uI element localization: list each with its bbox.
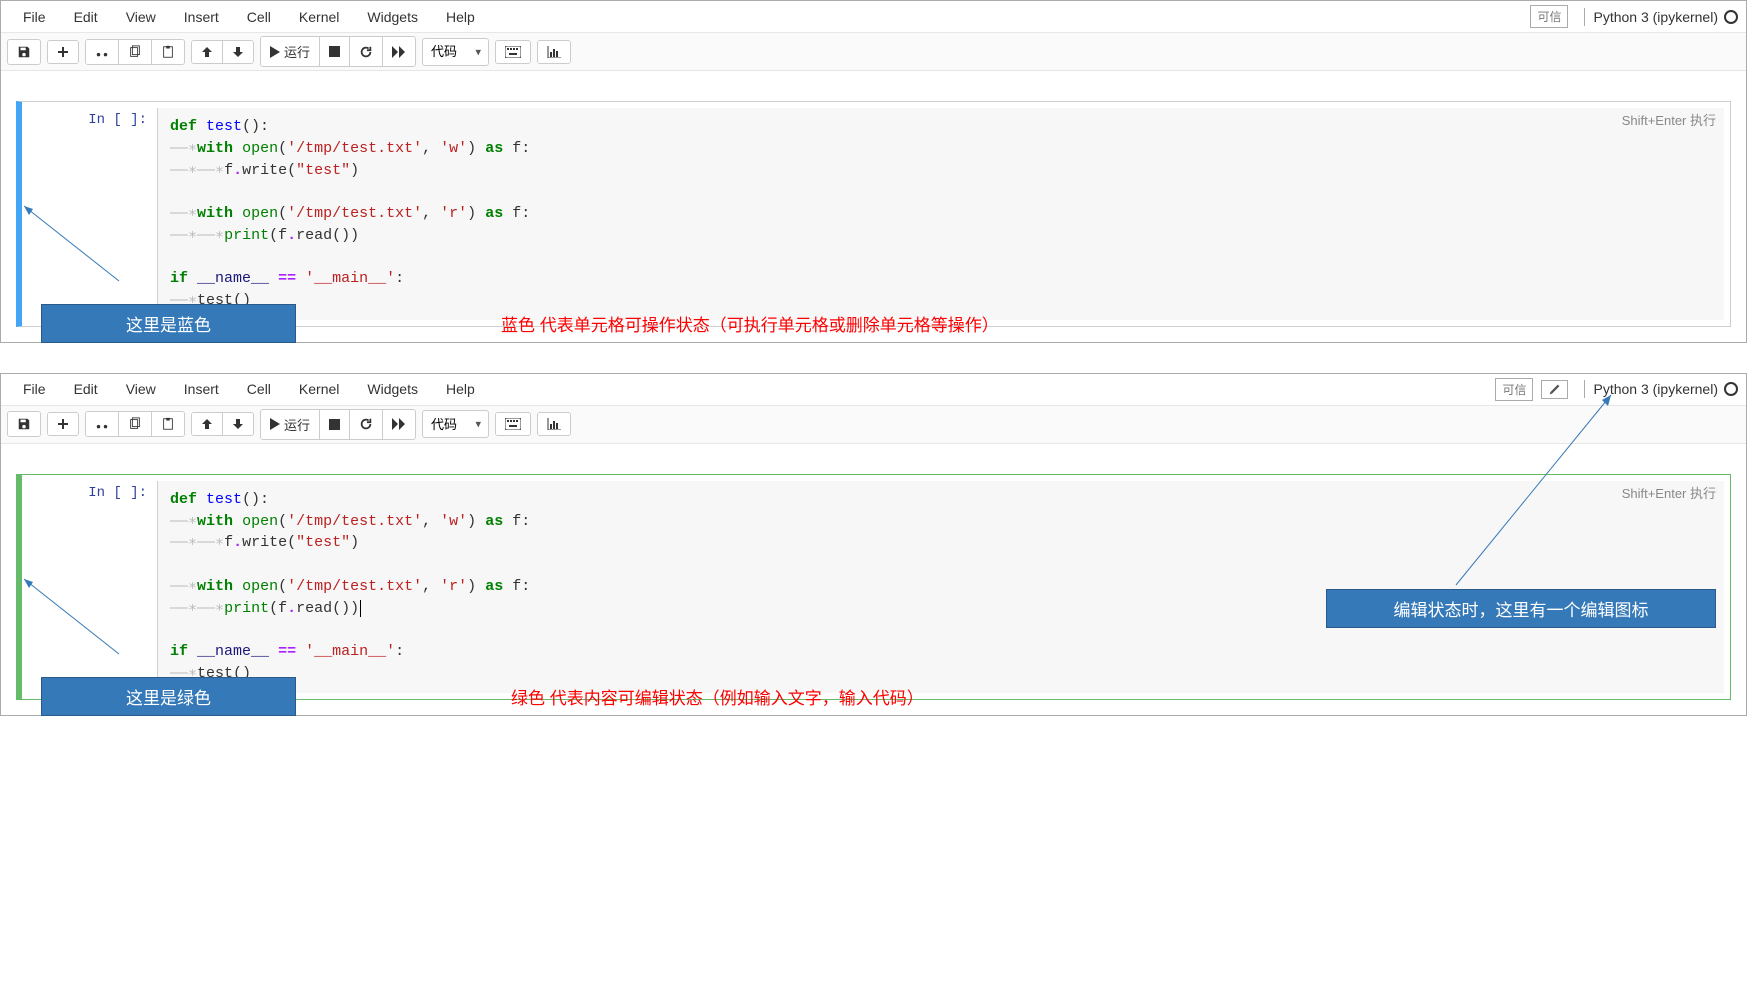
kernel-status-icon <box>1724 382 1738 396</box>
menu-file[interactable]: File <box>9 375 60 403</box>
interrupt-button[interactable] <box>320 410 350 439</box>
notebook-body: In [ ]: def test(): ——∗with open('/tmp/t… <box>1 444 1746 715</box>
move-down-button[interactable] <box>223 41 253 63</box>
save-button[interactable] <box>8 412 40 436</box>
menu-widgets[interactable]: Widgets <box>353 375 432 403</box>
cut-button[interactable] <box>86 412 119 436</box>
shift-enter-hint: Shift+Enter 执行 <box>1622 483 1716 502</box>
menu-help[interactable]: Help <box>432 375 489 403</box>
notebook-body: In [ ]: def test(): ——∗with open('/tmp/t… <box>1 71 1746 342</box>
code-editor[interactable]: def test(): ——∗with open('/tmp/test.txt'… <box>157 481 1724 693</box>
kernel-name[interactable]: Python 3 (ipykernel) <box>1593 9 1718 25</box>
shift-enter-hint: Shift+Enter 执行 <box>1622 110 1716 129</box>
green-callout-box: 这里是绿色 <box>41 677 296 716</box>
toolbar: 运行 代码 <box>1 33 1746 71</box>
menubar: File Edit View Insert Cell Kernel Widget… <box>1 1 1746 33</box>
edit-mode-indicator <box>1541 380 1568 399</box>
cell-type-select[interactable]: 代码 <box>422 38 489 66</box>
menubar: File Edit View Insert Cell Kernel Widget… <box>1 374 1746 406</box>
trusted-badge[interactable]: 可信 <box>1530 5 1568 28</box>
chart-button[interactable] <box>538 41 570 63</box>
jupyter-panel-edit-mode: File Edit View Insert Cell Kernel Widget… <box>0 373 1747 716</box>
menu-widgets[interactable]: Widgets <box>353 3 432 31</box>
keyboard-button[interactable] <box>496 41 530 63</box>
copy-button[interactable] <box>119 412 152 436</box>
restart-button[interactable] <box>350 37 383 66</box>
blue-callout-box: 这里是蓝色 <box>41 304 296 343</box>
blue-description: 蓝色 代表单元格可操作状态（可执行单元格或删除单元格等操作） <box>501 311 999 336</box>
run-button[interactable]: 运行 <box>261 410 320 439</box>
menu-edit[interactable]: Edit <box>60 375 112 403</box>
code-cell[interactable]: In [ ]: def test(): ——∗with open('/tmp/t… <box>16 474 1731 700</box>
menu-view[interactable]: View <box>112 375 170 403</box>
add-cell-button[interactable] <box>48 413 78 435</box>
menu-cell[interactable]: Cell <box>233 3 285 31</box>
menu-insert[interactable]: Insert <box>170 375 233 403</box>
menu-kernel[interactable]: Kernel <box>285 375 353 403</box>
keyboard-button[interactable] <box>496 413 530 435</box>
move-up-button[interactable] <box>192 41 223 63</box>
input-prompt: In [ ]: <box>22 475 157 699</box>
menu-view[interactable]: View <box>112 3 170 31</box>
cut-button[interactable] <box>86 40 119 64</box>
menu-file[interactable]: File <box>9 3 60 31</box>
jupyter-panel-command-mode: File Edit View Insert Cell Kernel Widget… <box>0 0 1747 343</box>
copy-button[interactable] <box>119 40 152 64</box>
run-button[interactable]: 运行 <box>261 37 320 66</box>
paste-button[interactable] <box>152 40 184 64</box>
interrupt-button[interactable] <box>320 37 350 66</box>
kernel-name[interactable]: Python 3 (ipykernel) <box>1593 381 1718 397</box>
code-editor[interactable]: def test(): ——∗with open('/tmp/test.txt'… <box>157 108 1724 320</box>
move-up-button[interactable] <box>192 413 223 435</box>
save-button[interactable] <box>8 40 40 64</box>
code-cell[interactable]: In [ ]: def test(): ——∗with open('/tmp/t… <box>16 101 1731 327</box>
pencil-icon <box>1548 383 1561 396</box>
cell-type-select[interactable]: 代码 <box>422 410 489 438</box>
restart-button[interactable] <box>350 410 383 439</box>
menu-edit[interactable]: Edit <box>60 3 112 31</box>
kernel-status-icon <box>1724 10 1738 24</box>
run-all-button[interactable] <box>383 37 415 66</box>
menu-help[interactable]: Help <box>432 3 489 31</box>
green-description: 绿色 代表内容可编辑状态（例如输入文字，输入代码） <box>511 684 924 709</box>
edit-icon-callout-box: 编辑状态时，这里有一个编辑图标 <box>1326 589 1716 628</box>
move-down-button[interactable] <box>223 413 253 435</box>
run-all-button[interactable] <box>383 410 415 439</box>
menu-insert[interactable]: Insert <box>170 3 233 31</box>
paste-button[interactable] <box>152 412 184 436</box>
add-cell-button[interactable] <box>48 41 78 63</box>
trusted-badge[interactable]: 可信 <box>1495 378 1533 401</box>
input-prompt: In [ ]: <box>22 102 157 326</box>
toolbar: 运行 代码 <box>1 406 1746 444</box>
menu-cell[interactable]: Cell <box>233 375 285 403</box>
chart-button[interactable] <box>538 413 570 435</box>
menu-kernel[interactable]: Kernel <box>285 3 353 31</box>
